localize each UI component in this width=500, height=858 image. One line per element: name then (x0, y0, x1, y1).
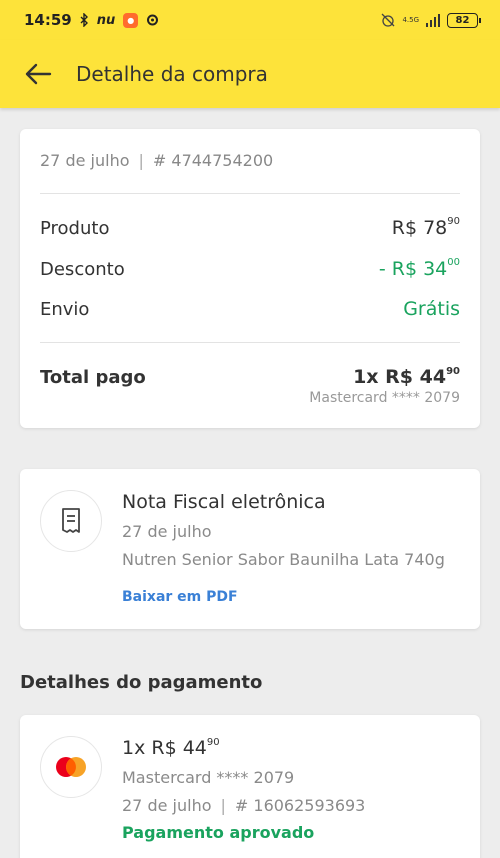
row-total: Total pago 1x R$ 4490 (40, 366, 460, 388)
order-number: # 4744754200 (152, 151, 274, 170)
desconto-value: - R$ 3400 (378, 257, 460, 280)
invoice-product: Nutren Senior Sabor Baunilha Lata 740g (122, 550, 445, 569)
envio-value: Grátis (403, 298, 460, 320)
divider (40, 193, 460, 194)
alarm-off-icon (380, 12, 396, 28)
row-desconto: Desconto - R$ 3400 (40, 257, 460, 280)
invoice-title: Nota Fiscal eletrônica (122, 491, 326, 513)
receipt-icon (40, 490, 102, 552)
bluetooth-icon (80, 13, 89, 27)
order-date: 27 de julho (40, 151, 130, 170)
chat-app-icon (146, 14, 159, 27)
payment-card: 1x R$ 4490 Mastercard **** 2079 27 de ju… (20, 715, 480, 858)
payment-date: 27 de julho (122, 796, 212, 815)
payment-amount: 1x R$ 4490 (122, 737, 220, 759)
envio-label: Envio (40, 299, 90, 320)
status-left: 14:59 nu ● (24, 11, 159, 29)
network-type: 4.5G (402, 15, 419, 24)
app-bar: Detalhe da compra (0, 40, 500, 108)
purchase-summary-card: 27 de julho | # 4744754200 Produto R$ 7890… (20, 129, 480, 428)
invoice-card: Nota Fiscal eletrônica 27 de julho Nutre… (20, 469, 480, 629)
produto-label: Produto (40, 218, 110, 239)
arrow-left-icon (25, 63, 52, 85)
app-notification-icon: ● (123, 12, 139, 28)
battery-level: 82 (455, 14, 470, 26)
divider (40, 342, 460, 343)
status-time: 14:59 (24, 11, 72, 29)
mastercard-icon (40, 736, 102, 798)
invoice-date: 27 de julho (122, 522, 212, 541)
payment-section-title: Detalhes do pagamento (20, 672, 263, 693)
meta-separator: | (220, 796, 226, 815)
payment-id: # 16062593693 (234, 796, 366, 815)
signal-icon (425, 13, 441, 27)
payment-meta: 27 de julho | # 16062593693 (122, 796, 365, 815)
payment-status: Pagamento aprovado (122, 823, 315, 842)
payment-card-info: Mastercard **** 2079 (122, 768, 295, 787)
row-envio: Envio Grátis (40, 298, 460, 320)
nu-app-icon: nu (96, 12, 116, 28)
total-value: 1x R$ 4490 (353, 366, 460, 388)
total-card-info: Mastercard **** 2079 (309, 390, 460, 406)
desconto-label: Desconto (40, 259, 125, 280)
page-title: Detalhe da compra (76, 62, 268, 86)
battery-icon: 82 (447, 12, 481, 28)
status-bar: 14:59 nu ● 4.5G 82 (0, 0, 500, 40)
total-label: Total pago (40, 367, 146, 388)
status-right: 4.5G 82 (380, 12, 481, 28)
row-produto: Produto R$ 7890 (40, 216, 460, 239)
download-pdf-link[interactable]: Baixar em PDF (122, 589, 238, 605)
back-button[interactable] (0, 40, 76, 108)
produto-value: R$ 7890 (391, 216, 460, 239)
meta-separator: | (138, 151, 144, 170)
order-meta: 27 de julho | # 4744754200 (40, 151, 273, 170)
